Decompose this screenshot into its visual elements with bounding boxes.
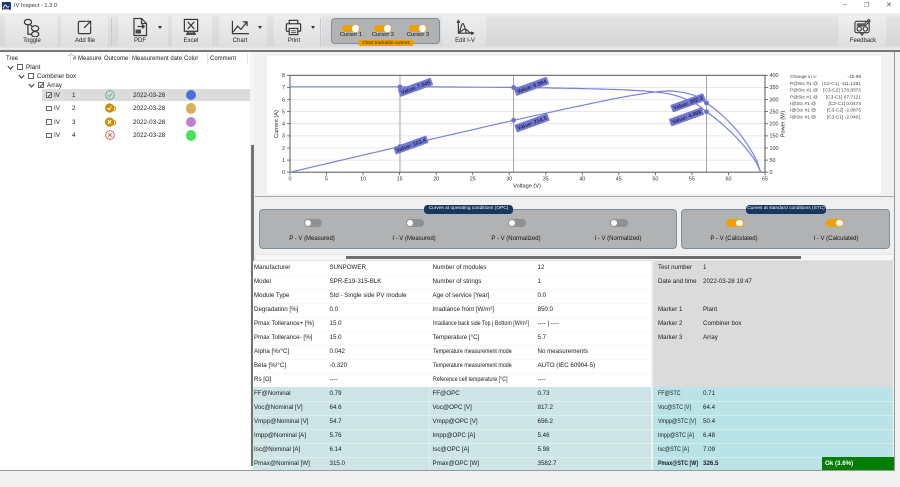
svg-text:65: 65	[762, 177, 768, 183]
svg-text:[C2-C1] -111.1281: [C2-C1] -111.1281	[822, 81, 861, 87]
svg-text:25: 25	[470, 177, 476, 183]
svg-text:[C3-C1] -2.0401: [C3-C1] -2.0401	[827, 114, 861, 120]
svg-text:P@Stc #1 @: P@Stc #1 @	[790, 81, 818, 87]
svg-text:Current (A): Current (A)	[274, 110, 280, 138]
svg-text:0: 0	[770, 170, 773, 176]
svg-text:7: 7	[282, 85, 285, 91]
svg-text:50: 50	[652, 177, 658, 183]
svg-text:I@Stc #1 @: I@Stc #1 @	[790, 108, 816, 114]
svg-text:3: 3	[282, 134, 285, 140]
svg-text:I@Stc #1 @: I@Stc #1 @	[790, 101, 816, 107]
svg-text:30: 30	[506, 177, 512, 183]
svg-text:35: 35	[543, 177, 549, 183]
svg-text:100: 100	[770, 146, 779, 152]
svg-text:4: 4	[282, 122, 285, 128]
svg-text:[C2-C1] 0.0474: [C2-C1] 0.0474	[828, 101, 861, 107]
svg-text:350: 350	[770, 85, 779, 91]
svg-text:5: 5	[282, 109, 285, 115]
svg-text:60: 60	[726, 177, 732, 183]
svg-text:Change in x:: Change in x:	[790, 74, 817, 80]
svg-text:0: 0	[282, 170, 285, 176]
svg-text:300: 300	[770, 97, 779, 103]
svg-text:P@Stc #1 @: P@Stc #1 @	[790, 88, 818, 94]
svg-text:10: 10	[360, 177, 366, 183]
svg-text:50: 50	[770, 158, 776, 164]
svg-text:45: 45	[616, 177, 622, 183]
svg-text:Voltage (V): Voltage (V)	[513, 184, 541, 190]
svg-text:2: 2	[282, 146, 285, 152]
svg-text:I@Stc #1 @: I@Stc #1 @	[790, 114, 816, 120]
svg-text:P@Stc #1 @: P@Stc #1 @	[790, 94, 818, 100]
svg-text:5: 5	[325, 177, 328, 183]
svg-text:Power (W): Power (W)	[781, 111, 787, 138]
svg-text:[C3-C1] 67.7121: [C3-C1] 67.7121	[826, 94, 862, 100]
svg-text:400: 400	[770, 73, 779, 79]
svg-text:[C3-C2] 178.8372: [C3-C2] 178.8372	[823, 88, 861, 94]
svg-text:40: 40	[579, 177, 585, 183]
svg-text:-15.98: -15.98	[847, 74, 861, 80]
svg-text:1: 1	[282, 158, 285, 164]
svg-text:200: 200	[770, 122, 779, 128]
svg-text:55: 55	[689, 177, 695, 183]
svg-text:150: 150	[770, 134, 779, 140]
svg-text:250: 250	[770, 109, 779, 115]
svg-text:[C3-C2] -2.0875: [C3-C2] -2.0875	[827, 108, 861, 114]
svg-text:0: 0	[289, 177, 292, 183]
svg-text:8: 8	[282, 73, 285, 79]
svg-text:20: 20	[433, 177, 439, 183]
svg-text:6: 6	[282, 97, 285, 103]
svg-text:15: 15	[397, 177, 403, 183]
